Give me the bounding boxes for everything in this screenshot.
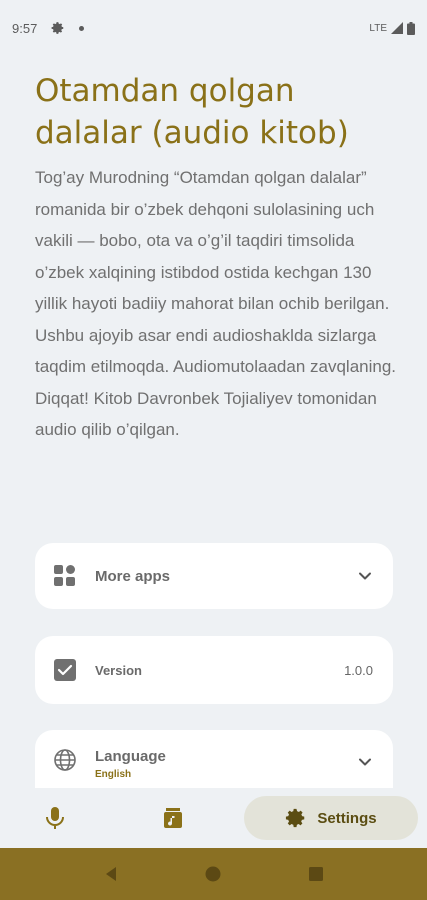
microphone-icon (46, 807, 64, 829)
nav-library[interactable] (148, 796, 198, 840)
language-card[interactable]: Language English (35, 730, 393, 788)
gear-icon (286, 808, 305, 828)
language-text: Language English (95, 748, 166, 780)
nav-settings[interactable]: Settings (244, 796, 418, 840)
more-apps-label: More apps (95, 567, 171, 585)
signal-icon (391, 22, 403, 34)
settings-notification-icon (51, 22, 64, 34)
book-title: Otamdan qolgan dalalar (audio kitob) (35, 73, 349, 151)
book-info: Otamdan qolgan dalalar (audio kitob) Tog… (35, 70, 397, 446)
status-bar: 9:57 LTE (0, 0, 427, 56)
audiobook-icon (164, 808, 182, 828)
book-note: Diqqat! Kitob Davronbek Tojialiyev tomon… (35, 388, 377, 440)
back-icon[interactable] (103, 866, 119, 882)
bottom-navigation: Settings (0, 788, 427, 848)
apps-grid-icon (53, 564, 77, 588)
nav-settings-label: Settings (317, 809, 377, 827)
language-label: Language (95, 748, 166, 765)
language-value: English (95, 769, 132, 780)
network-type: LTE (369, 22, 387, 34)
chevron-down-icon (359, 758, 371, 766)
version-value: 1.0.0 (344, 662, 373, 678)
home-icon[interactable] (205, 866, 221, 882)
globe-icon (53, 748, 77, 772)
notification-dot-icon (79, 25, 85, 31)
status-icons: LTE (369, 21, 415, 35)
book-description: Tog’ay Murodning “Otamdan qolgan dalalar… (35, 168, 397, 376)
version-check-icon (53, 658, 77, 682)
version-label: Version (95, 662, 142, 678)
system-navigation-bar (0, 848, 427, 900)
status-time: 9:57 (12, 20, 38, 36)
nav-player[interactable] (30, 796, 80, 840)
battery-icon (407, 21, 415, 35)
chevron-down-icon (359, 572, 371, 580)
recents-icon[interactable] (308, 866, 324, 882)
more-apps-card[interactable]: More apps (35, 543, 393, 609)
version-card: Version 1.0.0 (35, 636, 393, 704)
